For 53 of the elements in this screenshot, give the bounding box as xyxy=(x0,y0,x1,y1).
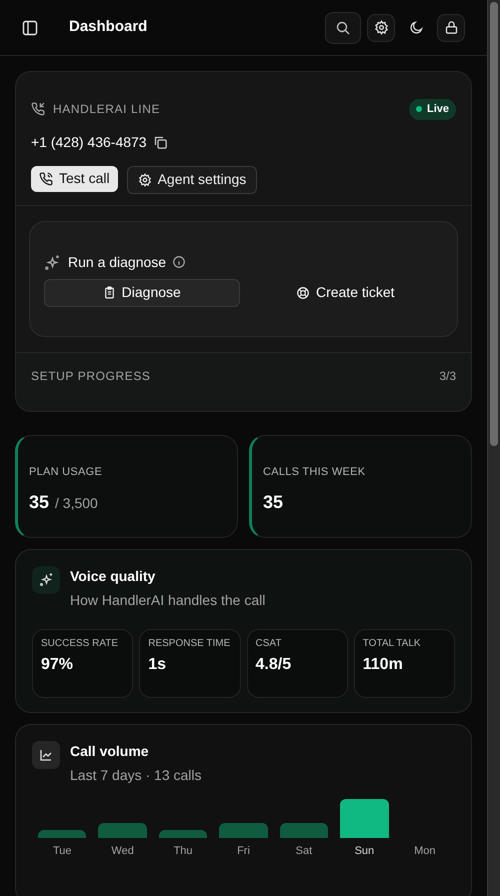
metric-value: 110m xyxy=(362,654,404,674)
day-label: Sat xyxy=(296,844,312,858)
day-label: Wed xyxy=(111,844,134,858)
gear-icon xyxy=(138,172,152,186)
metric-value: 1s xyxy=(148,654,168,674)
stat-total: / 3,500 xyxy=(55,494,98,513)
day-label: Fri xyxy=(237,844,250,858)
test-call-button[interactable]: Test call xyxy=(31,166,118,192)
card-subtitle: Last 7 days · 13 calls xyxy=(70,766,202,785)
metric-label: RESPONSE TIME xyxy=(148,638,232,650)
lock-icon xyxy=(444,20,458,35)
info-icon[interactable] xyxy=(172,255,186,269)
card-title: Voice quality xyxy=(70,566,156,586)
diagnose-button[interactable]: Diagnose xyxy=(44,278,240,306)
create-ticket-button[interactable]: Create ticket xyxy=(248,278,443,306)
moon-icon xyxy=(408,20,424,35)
metric-label: CSAT xyxy=(256,638,282,650)
page-title: Dashboard xyxy=(69,17,148,38)
sparkles-icon xyxy=(32,566,60,594)
day-label: Tue xyxy=(52,844,72,858)
metric-value: 4.8/5 xyxy=(256,654,292,674)
metric-label: TOTAL TALK xyxy=(362,638,422,650)
search-button[interactable] xyxy=(325,12,361,44)
phone-incoming-icon xyxy=(31,102,45,116)
stat-value: 35 xyxy=(263,491,284,514)
scrollbar[interactable] xyxy=(487,0,500,896)
clipboard-icon xyxy=(102,286,116,299)
card-title: Call volume xyxy=(70,742,150,760)
stat-label: PLAN USAGE xyxy=(29,464,104,480)
live-badge: Live xyxy=(408,99,456,120)
lock-button[interactable] xyxy=(437,14,465,42)
sparkles-icon xyxy=(44,254,61,270)
phone-number: +1 (428) 436-4873 xyxy=(31,132,147,152)
line-label: HANDLERAI LINE xyxy=(53,101,160,118)
diagnose-title: Run a diagnose xyxy=(68,252,166,272)
agent-settings-button[interactable]: Agent settings xyxy=(126,166,258,194)
phone-icon xyxy=(39,172,53,186)
day-label: Thu xyxy=(174,844,193,858)
metric-value: 97% xyxy=(41,654,74,674)
stat-label: CALLS THIS WEEK xyxy=(263,464,366,480)
scrollbar-thumb[interactable] xyxy=(490,2,498,446)
copy-icon[interactable] xyxy=(152,134,168,150)
sidebar-toggle-icon[interactable] xyxy=(22,20,38,36)
day-label: Sun xyxy=(354,844,374,858)
line-chart-icon xyxy=(32,740,60,768)
settings-button[interactable] xyxy=(367,14,395,42)
stat-value: 35 xyxy=(29,491,50,514)
gear-icon xyxy=(374,20,388,35)
metric-label: SUCCESS RATE xyxy=(41,638,120,650)
day-label: Mon xyxy=(414,844,436,858)
life-buoy-icon xyxy=(296,286,310,300)
card-subtitle: How HandlerAI handles the call xyxy=(70,590,266,610)
search-icon xyxy=(336,20,350,34)
